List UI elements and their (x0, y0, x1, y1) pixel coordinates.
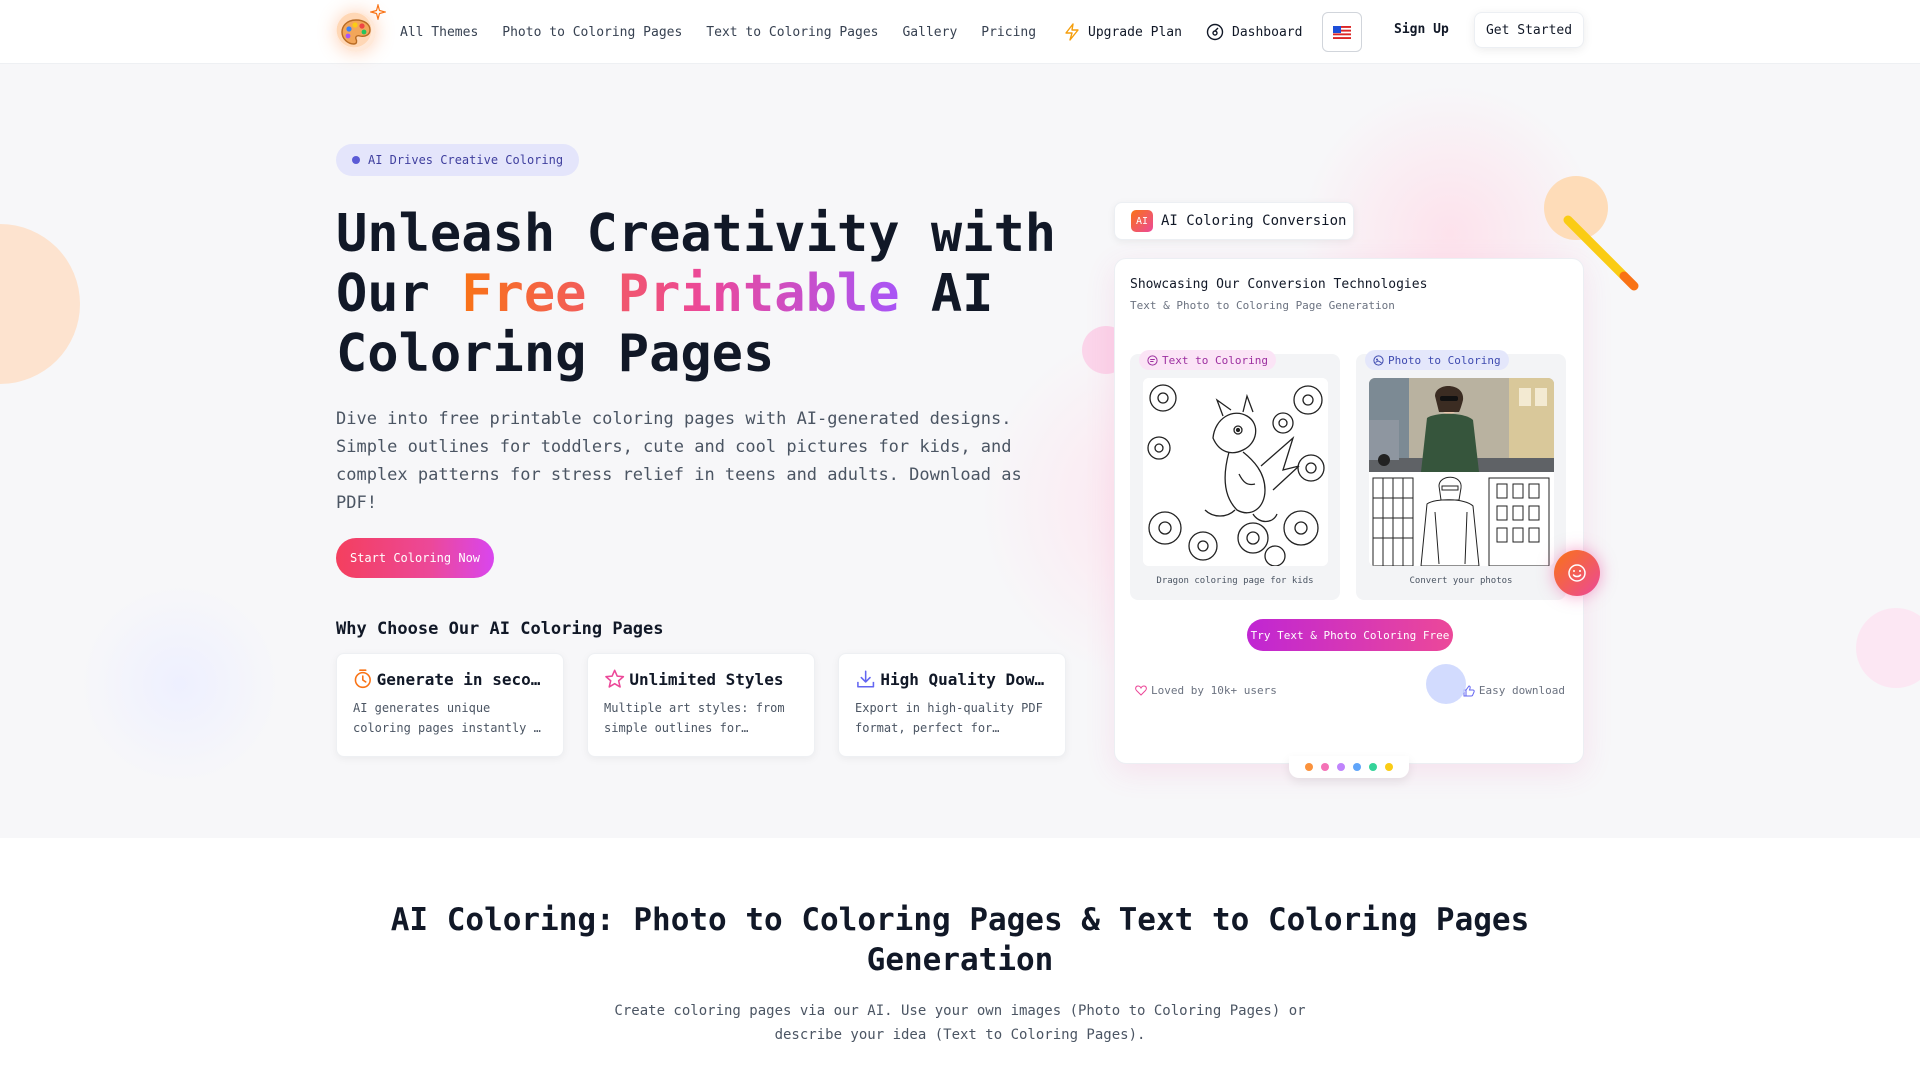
color-dot (1369, 763, 1377, 771)
palette-icon (341, 19, 371, 45)
us-flag-icon (1333, 25, 1351, 39)
easy-download: Easy download (1463, 684, 1565, 697)
feature-description: Multiple art styles: from simple outline… (604, 701, 785, 735)
download-icon (857, 670, 875, 688)
image-icon (1373, 354, 1384, 366)
sparkle-icon (370, 4, 386, 20)
decorative-glow (80, 584, 280, 784)
dragon-coloring-image (1143, 378, 1328, 566)
main-nav: All Themes Photo to Coloring Pages Text … (400, 0, 1036, 64)
feature-card-generate: Generate in seconds AI generates unique … (336, 653, 564, 757)
feature-card-styles: Unlimited Styles Multiple art styles: fr… (587, 653, 815, 757)
try-coloring-free-button[interactable]: Try Text & Photo Coloring Free (1247, 619, 1453, 651)
color-dot (1385, 763, 1393, 771)
showcase-title: Showcasing Our Conversion Technologies (1130, 277, 1428, 292)
timer-icon (354, 669, 371, 689)
feature-title: Generate in seconds (376, 669, 547, 689)
smile-button[interactable] (1554, 550, 1600, 596)
top-nav-bar: All Themes Photo to Coloring Pages Text … (0, 0, 1920, 64)
color-dots-bar (1289, 756, 1409, 778)
loved-label: Loved by 10k+ users (1151, 684, 1277, 697)
feature-title: High Quality Downloads (880, 669, 1049, 689)
color-dot (1321, 763, 1329, 771)
nav-pricing[interactable]: Pricing (981, 25, 1036, 40)
photo-to-coloring-label: Photo to Coloring (1388, 353, 1501, 367)
nav-all-themes[interactable]: All Themes (400, 25, 478, 40)
easy-download-label: Easy download (1478, 684, 1565, 697)
ai-chip: AI (1131, 210, 1153, 232)
start-coloring-button[interactable]: Start Coloring Now (336, 538, 494, 578)
badge-dot (352, 156, 360, 164)
upgrade-plan-label: Upgrade Plan (1088, 24, 1182, 40)
conversion-tab-label: AI Coloring Conversion (1161, 213, 1347, 229)
color-dot (1337, 763, 1345, 771)
hero-section: AI Drives Creative Coloring Unleash Crea… (0, 64, 1920, 838)
feature-title: Unlimited Styles (629, 669, 784, 689)
lightning-icon (1065, 23, 1079, 41)
feature-description: Export in high-quality PDF format, perfe… (855, 701, 1043, 735)
ai-coloring-conversion-tab[interactable]: AI AI Coloring Conversion (1114, 202, 1354, 240)
photo-caption: Convert your photos (1409, 576, 1513, 586)
section-description: Create coloring pages via our AI. Use yo… (614, 1003, 1306, 1043)
smile-icon (1568, 564, 1586, 582)
photo-conversion-image (1369, 378, 1554, 566)
dragon-caption: Dragon coloring page for kids (1156, 576, 1314, 586)
dashboard-label: Dashboard (1232, 24, 1303, 40)
showcase-card: Showcasing Our Conversion Technologies T… (1114, 258, 1584, 764)
text-to-coloring-panel[interactable]: Text to Coloring Dragon coloring page fo… (1130, 350, 1340, 600)
section-title: AI Coloring: Photo to Coloring Pages & T… (390, 902, 1530, 978)
color-dot (1353, 763, 1361, 771)
badge-label: AI Drives Creative Coloring (368, 153, 564, 167)
heart-icon (1135, 685, 1147, 696)
nav-photo-to-coloring[interactable]: Photo to Coloring Pages (502, 25, 682, 40)
feature-description: AI generates unique coloring pages insta… (353, 701, 541, 735)
text-to-coloring-label: Text to Coloring (1162, 353, 1268, 367)
language-selector[interactable] (1322, 12, 1362, 52)
hero-description: Dive into free printable coloring pages … (336, 409, 1022, 513)
upgrade-plan-link[interactable]: Upgrade Plan (1064, 0, 1182, 64)
dashboard-link[interactable]: Dashboard (1206, 0, 1302, 64)
text-to-coloring-pill: Text to Coloring (1139, 350, 1276, 370)
nav-text-to-coloring[interactable]: Text to Coloring Pages (706, 25, 878, 40)
photo-to-coloring-pill: Photo to Coloring (1365, 350, 1509, 370)
dashboard-icon (1206, 23, 1224, 41)
why-choose-heading: Why Choose Our AI Coloring Pages (336, 619, 664, 639)
color-dot (1305, 763, 1313, 771)
hero-badge: AI Drives Creative Coloring (336, 144, 580, 176)
decorative-circle (1426, 664, 1466, 704)
photo-to-coloring-panel[interactable]: Photo to Coloring Convert your photos (1356, 350, 1566, 600)
text-bubble-icon (1147, 354, 1158, 366)
nav-gallery[interactable]: Gallery (902, 25, 957, 40)
loved-by-users: Loved by 10k+ users (1135, 684, 1277, 697)
showcase-subtitle: Text & Photo to Coloring Page Generation (1130, 299, 1395, 312)
hero-title: Unleash Creativity with Our Free Printab… (336, 204, 1076, 384)
hero-title-highlight: Free Printable (461, 264, 900, 324)
star-icon (605, 669, 625, 688)
decorative-circle (0, 224, 80, 384)
get-started-button[interactable]: Get Started (1474, 12, 1584, 48)
decorative-circle (1856, 608, 1920, 688)
sign-up-link[interactable]: Sign Up (1394, 22, 1449, 37)
feature-card-quality: High Quality Downloads Export in high-qu… (838, 653, 1066, 757)
